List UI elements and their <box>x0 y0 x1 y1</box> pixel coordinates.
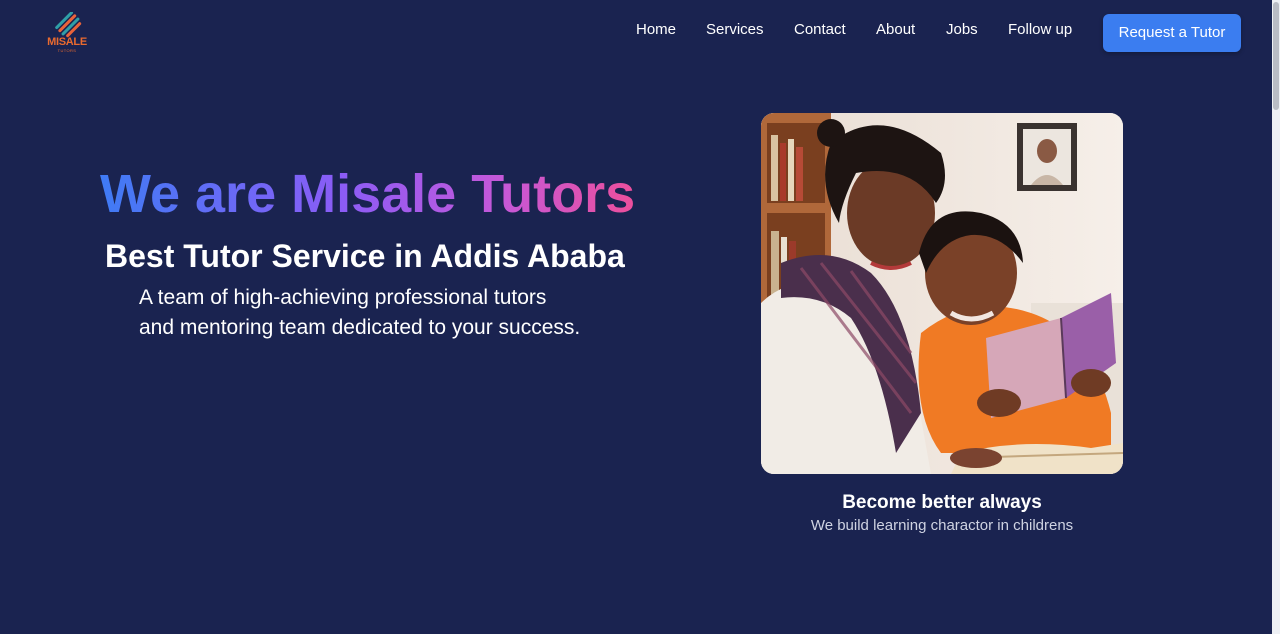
nav-contact[interactable]: Contact <box>794 21 846 38</box>
nav-about[interactable]: About <box>876 21 915 38</box>
nav-home[interactable]: Home <box>636 21 676 38</box>
hero-subtitle: Best Tutor Service in Addis Ababa <box>105 238 625 274</box>
feature-caption-subtitle: We build learning charactor in childrens <box>810 517 1074 534</box>
nav-services[interactable]: Services <box>706 21 764 38</box>
feature-caption-title: Become better always <box>842 492 1042 513</box>
scrollbar-thumb[interactable] <box>1273 2 1279 110</box>
page: MISALE TUTORS Home Services Contact Abou… <box>0 0 1280 634</box>
request-tutor-button[interactable]: Request a Tutor <box>1103 14 1241 52</box>
hero-description-line-1: A team of high-achieving professional tu… <box>139 286 547 309</box>
hero-description-line-2: and mentoring team dedicated to your suc… <box>139 316 581 339</box>
logo-stripes-icon <box>55 12 82 38</box>
hero-description: A team of high-achieving professional tu… <box>139 283 659 343</box>
brand-name: MISALE <box>47 36 87 48</box>
tutor-reading-illustration <box>761 113 1123 474</box>
brand-logo[interactable]: MISALE TUTORS <box>44 12 92 56</box>
page-scrollbar[interactable] <box>1272 0 1280 634</box>
nav-jobs[interactable]: Jobs <box>946 21 978 38</box>
brand-tagline: TUTORS <box>57 48 77 53</box>
nav-follow-up[interactable]: Follow up <box>1008 21 1072 38</box>
hero-title: We are Misale Tutors <box>100 164 636 224</box>
tutor-reading-photo <box>761 113 1123 474</box>
